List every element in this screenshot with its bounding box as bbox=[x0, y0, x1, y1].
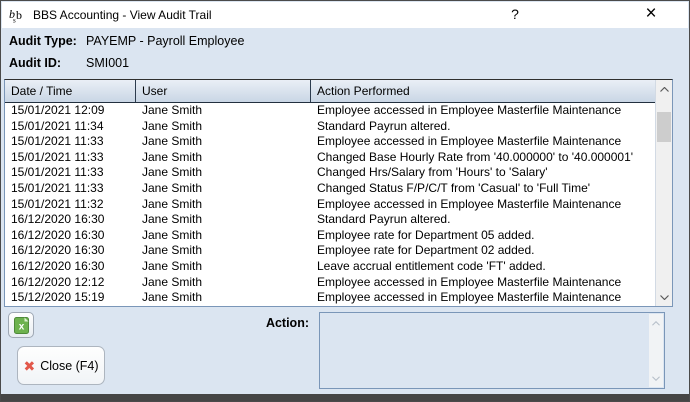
svg-text:x: x bbox=[18, 321, 24, 332]
action-field-label: Action: bbox=[239, 316, 309, 330]
scroll-down-icon[interactable] bbox=[656, 289, 672, 305]
app-logo-icon: b b s bbox=[9, 7, 27, 23]
cell-user: Jane Smith bbox=[136, 275, 311, 291]
audit-type-label: Audit Type: bbox=[9, 34, 77, 48]
cell-action: Changed Status F/P/C/T from 'Casual' to … bbox=[311, 181, 655, 197]
cell-datetime: 16/12/2020 16:30 bbox=[5, 212, 136, 228]
cell-user: Jane Smith bbox=[136, 228, 311, 244]
cell-datetime: 15/01/2021 11:34 bbox=[5, 119, 136, 135]
table-row[interactable]: 16/12/2020 16:30 Jane Smith Leave accrua… bbox=[5, 259, 655, 275]
audit-id-label: Audit ID: bbox=[9, 56, 61, 70]
cell-user: Jane Smith bbox=[136, 290, 311, 306]
action-text-field[interactable] bbox=[319, 312, 665, 389]
audit-trail-dialog: b b s BBS Accounting - View Audit Trail … bbox=[0, 0, 690, 402]
window-title: BBS Accounting - View Audit Trail bbox=[33, 8, 212, 22]
cell-datetime: 16/12/2020 16:30 bbox=[5, 259, 136, 275]
column-header-user[interactable]: User bbox=[136, 80, 311, 102]
scroll-up-icon[interactable] bbox=[656, 81, 672, 97]
table-row[interactable]: 16/12/2020 12:12 Jane Smith Employee acc… bbox=[5, 275, 655, 291]
help-button[interactable]: ? bbox=[498, 1, 532, 27]
cell-user: Jane Smith bbox=[136, 119, 311, 135]
column-header-datetime[interactable]: Date / Time bbox=[5, 80, 136, 102]
background-window-edge bbox=[1, 394, 689, 401]
cell-datetime: 15/01/2021 11:33 bbox=[5, 150, 136, 166]
cell-user: Jane Smith bbox=[136, 181, 311, 197]
cell-datetime: 15/01/2021 11:33 bbox=[5, 165, 136, 181]
cell-action: Employee accessed in Employee Masterfile… bbox=[311, 103, 655, 119]
cell-action: Employee rate for Department 05 added. bbox=[311, 228, 655, 244]
audit-id-value: SMI001 bbox=[86, 56, 129, 70]
audit-table-panel: Date / Time User Action Performed 15/01/… bbox=[4, 79, 673, 307]
svg-text:b: b bbox=[16, 8, 22, 22]
cell-action: Employee accessed in Employee Masterfile… bbox=[311, 134, 655, 150]
table-row[interactable]: 15/01/2021 11:32 Jane Smith Employee acc… bbox=[5, 197, 655, 213]
scrollbar-thumb[interactable] bbox=[657, 112, 671, 142]
cell-action: Changed Hrs/Salary from 'Hours' to 'Sala… bbox=[311, 165, 655, 181]
excel-icon: x bbox=[13, 317, 30, 334]
table-row[interactable]: 15/01/2021 11:33 Jane Smith Changed Stat… bbox=[5, 181, 655, 197]
cell-action: Leave accrual entitlement code 'FT' adde… bbox=[311, 259, 655, 275]
action-scroll-up-icon bbox=[649, 316, 663, 330]
cell-datetime: 15/01/2021 12:09 bbox=[5, 103, 136, 119]
audit-table-body: 15/01/2021 12:09 Jane Smith Employee acc… bbox=[5, 103, 655, 306]
cell-action: Employee accessed in Employee Masterfile… bbox=[311, 197, 655, 213]
audit-type-value: PAYEMP - Payroll Employee bbox=[86, 34, 244, 48]
cell-datetime: 15/12/2020 15:19 bbox=[5, 290, 136, 306]
svg-text:s: s bbox=[13, 17, 16, 24]
cell-action: Employee rate for Department 02 added. bbox=[311, 243, 655, 259]
action-scroll-down-icon bbox=[649, 371, 663, 385]
table-row[interactable]: 16/12/2020 16:30 Jane Smith Employee rat… bbox=[5, 243, 655, 259]
cell-action: Standard Payrun altered. bbox=[311, 119, 655, 135]
table-row[interactable]: 15/01/2021 11:33 Jane Smith Changed Base… bbox=[5, 150, 655, 166]
cell-datetime: 15/01/2021 11:33 bbox=[5, 181, 136, 197]
window-close-button[interactable]: × bbox=[634, 1, 668, 27]
table-row[interactable]: 15/01/2021 11:34 Jane Smith Standard Pay… bbox=[5, 119, 655, 135]
cell-action: Standard Payrun altered. bbox=[311, 212, 655, 228]
cell-user: Jane Smith bbox=[136, 243, 311, 259]
cell-datetime: 15/01/2021 11:32 bbox=[5, 197, 136, 213]
cell-user: Jane Smith bbox=[136, 134, 311, 150]
red-x-icon: ✖ bbox=[23, 359, 35, 373]
cell-datetime: 15/01/2021 11:33 bbox=[5, 134, 136, 150]
table-scrollbar[interactable] bbox=[655, 80, 672, 306]
cell-action: Changed Base Hourly Rate from '40.000000… bbox=[311, 150, 655, 166]
table-row[interactable]: 15/01/2021 12:09 Jane Smith Employee acc… bbox=[5, 103, 655, 119]
close-button-label: Close (F4) bbox=[40, 359, 98, 373]
export-to-excel-button[interactable]: x bbox=[8, 312, 34, 338]
cell-user: Jane Smith bbox=[136, 103, 311, 119]
audit-table-header: Date / Time User Action Performed bbox=[5, 80, 655, 103]
table-row[interactable]: 15/12/2020 15:19 Jane Smith Employee acc… bbox=[5, 290, 655, 306]
cell-action: Employee accessed in Employee Masterfile… bbox=[311, 275, 655, 291]
cell-user: Jane Smith bbox=[136, 165, 311, 181]
title-bar: b b s BBS Accounting - View Audit Trail bbox=[2, 2, 688, 28]
table-row[interactable]: 15/01/2021 11:33 Jane Smith Changed Hrs/… bbox=[5, 165, 655, 181]
cell-user: Jane Smith bbox=[136, 197, 311, 213]
table-row[interactable]: 16/12/2020 16:30 Jane Smith Employee rat… bbox=[5, 228, 655, 244]
cell-datetime: 16/12/2020 16:30 bbox=[5, 228, 136, 244]
cell-action: Employee accessed in Employee Masterfile… bbox=[311, 290, 655, 306]
table-row[interactable]: 16/12/2020 16:30 Jane Smith Standard Pay… bbox=[5, 212, 655, 228]
table-row[interactable]: 15/01/2021 11:33 Jane Smith Employee acc… bbox=[5, 134, 655, 150]
column-header-action[interactable]: Action Performed bbox=[311, 80, 655, 102]
cell-user: Jane Smith bbox=[136, 212, 311, 228]
close-f4-button[interactable]: ✖ Close (F4) bbox=[17, 346, 105, 385]
cell-datetime: 16/12/2020 12:12 bbox=[5, 275, 136, 291]
cell-datetime: 16/12/2020 16:30 bbox=[5, 243, 136, 259]
action-field-scrollbar bbox=[649, 314, 663, 387]
cell-user: Jane Smith bbox=[136, 259, 311, 275]
cell-user: Jane Smith bbox=[136, 150, 311, 166]
